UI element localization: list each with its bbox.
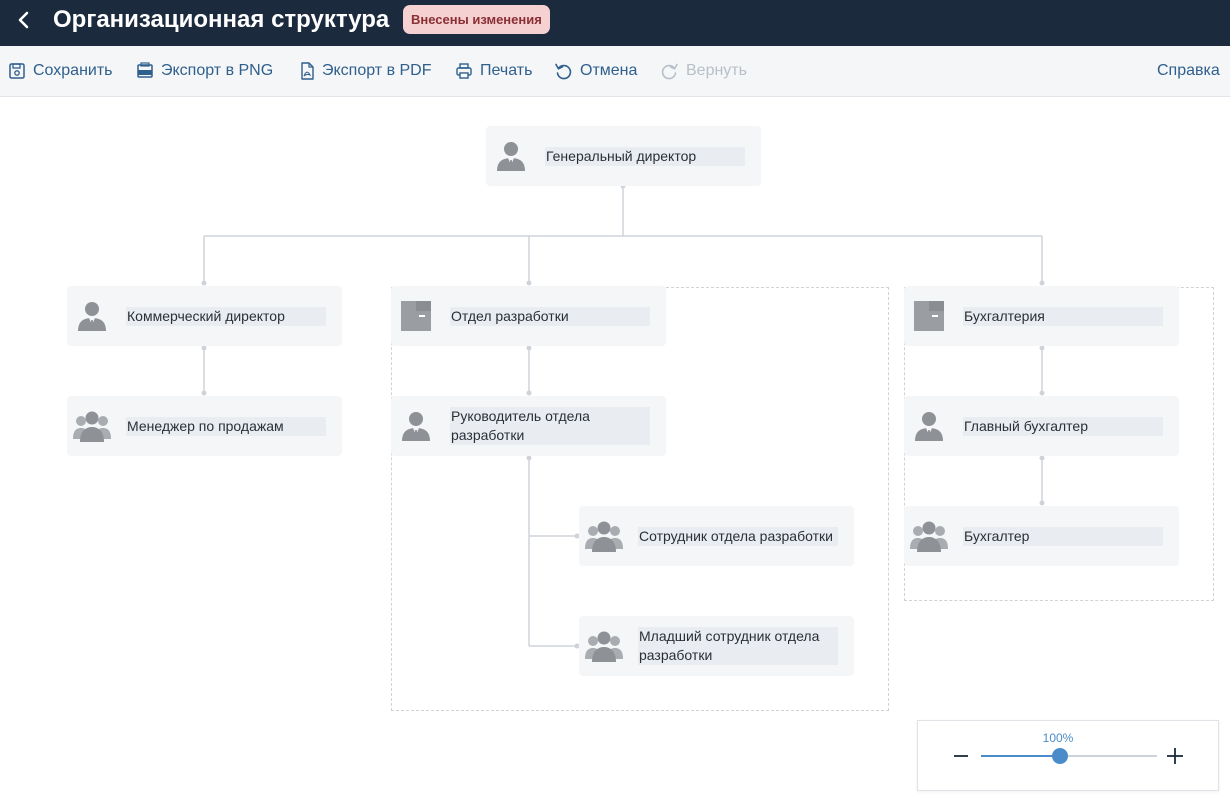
undo-label: Отмена <box>580 62 638 79</box>
print-label: Печать <box>480 62 533 79</box>
org-chart-canvas: Генеральный директор Коммерческий директ… <box>0 97 1230 801</box>
person-icon <box>915 412 943 441</box>
zoom-value: 100% <box>1042 731 1074 745</box>
changes-badge: Внесены изменения <box>403 5 550 34</box>
person-icon <box>402 412 430 441</box>
person-icon <box>78 302 106 331</box>
zoom-slider[interactable] <box>981 748 1157 764</box>
save-label: Сохранить <box>33 62 113 79</box>
group-icon <box>73 411 111 442</box>
undo-button[interactable]: Отмена <box>554 60 637 82</box>
redo-label: Вернуть <box>686 62 747 79</box>
person-icon <box>497 142 525 171</box>
department-icon <box>914 301 944 331</box>
org-node-dev-head[interactable]: Руководитель отдела разработки <box>391 396 666 456</box>
zoom-out-button[interactable] <box>952 745 970 767</box>
org-node-sales-manager[interactable]: Менеджер по продажам <box>67 396 342 456</box>
org-node-commercial-director[interactable]: Коммерческий директор <box>67 286 342 346</box>
org-node-label: Главный бухгалтер <box>963 417 1163 436</box>
pdf-file-icon <box>301 62 314 80</box>
org-node-label: Менеджер по продажам <box>126 417 326 436</box>
chevron-left-icon <box>18 11 29 29</box>
org-node-accountant[interactable]: Бухгалтер <box>904 506 1179 566</box>
toolbar: Сохранить Экспорт в PNG Экспорт в PDF Пе… <box>0 46 1230 97</box>
org-node-dev-department[interactable]: Отдел разработки <box>391 286 666 346</box>
save-icon <box>9 63 25 79</box>
org-node-label: Отдел разработки <box>450 307 650 326</box>
group-icon <box>585 631 623 662</box>
org-node-label: Бухгалтер <box>963 527 1163 546</box>
export-png-label: Экспорт в PNG <box>161 62 274 79</box>
org-node-label: Генеральный директор <box>545 147 745 166</box>
export-pdf-label: Экспорт в PDF <box>322 62 432 79</box>
org-node-dev-junior[interactable]: Младший сотрудник отдела разработки <box>579 616 854 676</box>
org-node-accounting[interactable]: Бухгалтерия <box>904 286 1179 346</box>
save-button[interactable]: Сохранить <box>8 60 113 82</box>
org-node-label: Руководитель отдела разработки <box>450 407 650 445</box>
department-icon <box>401 301 431 331</box>
export-png-button[interactable]: Экспорт в PNG <box>136 60 273 82</box>
group-icon <box>910 521 948 552</box>
print-button[interactable]: Печать <box>455 60 532 82</box>
zoom-slider-fill <box>981 755 1061 757</box>
minus-icon <box>954 755 968 757</box>
org-node-label: Коммерческий директор <box>126 307 326 326</box>
page-title: Организационная структура <box>53 6 390 33</box>
image-file-icon <box>137 62 153 78</box>
help-link[interactable]: Справка <box>1157 60 1220 82</box>
zoom-in-button[interactable] <box>1166 745 1184 767</box>
zoom-slider-thumb[interactable] <box>1052 748 1069 764</box>
org-node-label: Бухгалтерия <box>963 307 1163 326</box>
printer-icon <box>456 63 472 79</box>
zoom-control: 100% <box>917 720 1219 791</box>
redo-button[interactable]: Вернуть <box>660 60 747 82</box>
group-icon <box>585 521 623 552</box>
org-node-dev-employee[interactable]: Сотрудник отдела разработки <box>579 506 854 566</box>
org-node-chief-accountant[interactable]: Главный бухгалтер <box>904 396 1179 456</box>
redo-icon <box>661 63 678 79</box>
back-button[interactable] <box>10 5 38 35</box>
org-node-label: Сотрудник отдела разработки <box>638 527 838 546</box>
org-node-ceo[interactable]: Генеральный директор <box>486 126 761 186</box>
app: Организационная структура Внесены измене… <box>0 0 1230 801</box>
undo-icon <box>555 63 572 79</box>
app-header: Организационная структура Внесены измене… <box>0 0 1230 46</box>
export-pdf-button[interactable]: Экспорт в PDF <box>299 60 432 82</box>
plus-icon <box>1167 748 1183 764</box>
org-node-label: Младший сотрудник отдела разработки <box>638 627 838 665</box>
